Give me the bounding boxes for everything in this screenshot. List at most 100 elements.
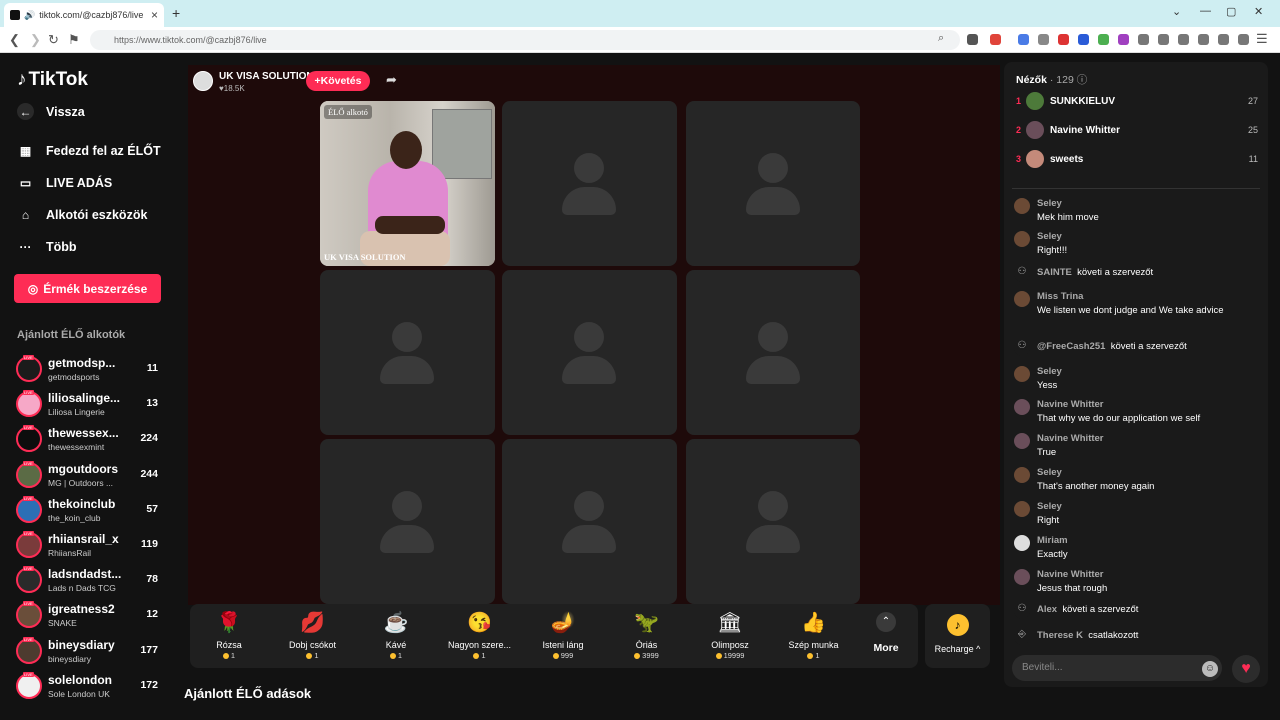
back-link[interactable]: ← Vissza xyxy=(17,103,85,120)
get-coins-button[interactable]: ◎ Érmék beszerzése xyxy=(14,274,161,303)
nav-explore-live[interactable]: ▦ Fedezd fel az ÉLŐT xyxy=(17,142,161,159)
vpn-extension-icon[interactable] xyxy=(1078,34,1089,45)
chat-username[interactable]: Alex xyxy=(1037,604,1057,615)
like-heart-button[interactable]: ♥ xyxy=(1232,655,1260,683)
host-name[interactable]: UK VISA SOLUTION xyxy=(219,71,314,82)
chat-avatar[interactable] xyxy=(1014,291,1030,307)
chat-input[interactable]: Beviteli... xyxy=(1012,655,1222,681)
empty-guest-slot[interactable] xyxy=(502,270,677,435)
empty-guest-slot[interactable] xyxy=(320,270,495,435)
gift-item[interactable]: 👍 Szép munka 1 xyxy=(774,610,854,660)
empty-guest-slot[interactable] xyxy=(502,439,677,604)
host-avatar[interactable] xyxy=(193,71,213,91)
translate-icon[interactable] xyxy=(1018,34,1029,45)
chat-avatar[interactable] xyxy=(1014,433,1030,449)
emoji-icon[interactable]: ☺ xyxy=(1202,661,1218,677)
chat-avatar[interactable] xyxy=(1014,231,1030,247)
new-tab-icon[interactable]: + xyxy=(172,5,180,21)
wallet-icon[interactable] xyxy=(1198,34,1209,45)
bookmark-icon[interactable]: ⚑ xyxy=(68,32,80,48)
recharge-button[interactable]: ♪ Recharge ^ xyxy=(925,604,990,668)
nav-go-live[interactable]: ▭ LIVE ADÁS xyxy=(17,174,112,191)
recommended-creator[interactable]: LIVE thewessex... thewessexmint 224 xyxy=(16,424,176,456)
recommended-creator[interactable]: LIVE ladsndadst... Lads n Dads TCG 78 xyxy=(16,565,176,597)
close-window-icon[interactable]: ✕ xyxy=(1254,5,1263,18)
empty-guest-slot[interactable] xyxy=(686,270,860,435)
maximize-icon[interactable]: ▢ xyxy=(1226,5,1236,18)
brave-rewards-icon[interactable] xyxy=(990,34,1001,45)
top-viewer[interactable]: 2 Navine Whitter 25 xyxy=(1016,121,1260,141)
gift-item[interactable]: 😘 Nagyon szere... 1 xyxy=(440,610,520,660)
more-gifts-button[interactable]: ⌃ More xyxy=(868,612,904,654)
top-viewer[interactable]: 3 sweets 11 xyxy=(1016,150,1260,170)
chat-username[interactable]: Miss Trina xyxy=(1037,291,1083,302)
playlist-icon[interactable] xyxy=(1158,34,1169,45)
chat-username[interactable]: SAINTE xyxy=(1037,267,1072,278)
top-viewer[interactable]: 1 SUNKKIELUV 27 xyxy=(1016,92,1260,112)
nav-more[interactable]: ··· Több xyxy=(17,238,77,255)
extension-icon[interactable] xyxy=(1038,34,1049,45)
tiktok-logo[interactable]: ♪ TikTok xyxy=(17,69,88,91)
share-icon[interactable]: ➦ xyxy=(386,72,397,88)
chat-username[interactable]: Navine Whitter xyxy=(1037,433,1104,444)
menu-icon[interactable]: ☰ xyxy=(1256,31,1268,47)
gift-item[interactable]: 🪔 Isteni láng 999 xyxy=(523,610,603,660)
empty-guest-slot[interactable] xyxy=(320,439,495,604)
forward-icon[interactable]: ❯ xyxy=(30,32,41,48)
gift-item[interactable]: 🌹 Rózsa 1 xyxy=(189,610,269,660)
puzzle-icon[interactable] xyxy=(1138,34,1149,45)
back-icon[interactable]: ❮ xyxy=(9,32,20,48)
hls-extension-icon[interactable] xyxy=(1058,34,1069,45)
chat-username[interactable]: Navine Whitter xyxy=(1037,399,1104,410)
leo-ai-icon[interactable] xyxy=(1218,34,1229,45)
empty-guest-slot[interactable] xyxy=(502,101,677,266)
recommended-creator[interactable]: LIVE liliosalinge... Liliosa Lingerie 13 xyxy=(16,389,176,421)
url-field[interactable]: https://www.tiktok.com/@cazbj876/live xyxy=(90,30,960,50)
empty-guest-slot[interactable] xyxy=(686,101,860,266)
recommended-creator[interactable]: LIVE bineysdiary bineysdiary 177 xyxy=(16,636,176,668)
recommended-creator[interactable]: LIVE getmodsp... getmodsports 11 xyxy=(16,354,176,386)
chat-avatar[interactable] xyxy=(1014,535,1030,551)
tab-close-icon[interactable]: × xyxy=(151,8,158,22)
brave-shield-icon[interactable] xyxy=(967,34,978,45)
empty-guest-slot[interactable] xyxy=(686,439,860,604)
reload-icon[interactable]: ↻ xyxy=(48,32,59,48)
chat-avatar[interactable] xyxy=(1014,569,1030,585)
recommended-creator[interactable]: LIVE mgoutdoors MG | Outdoors ... 244 xyxy=(16,460,176,492)
zoom-icon[interactable]: ⌕ xyxy=(938,32,944,45)
viewers-header[interactable]: Nézők · 129 ⓘ xyxy=(1016,72,1087,87)
ublock-icon[interactable] xyxy=(1118,34,1129,45)
recommended-creator[interactable]: LIVE igreatness2 SNAKE 12 xyxy=(16,600,176,632)
chat-username[interactable]: Seley xyxy=(1037,231,1062,242)
chat-username[interactable]: Therese K xyxy=(1037,630,1083,641)
tab-search-icon[interactable]: ⌄ xyxy=(1172,5,1181,18)
recommended-creator[interactable]: LIVE thekoinclub the_koin_club 57 xyxy=(16,495,176,527)
gift-item[interactable]: ☕ Kávé 1 xyxy=(356,610,436,660)
chat-username[interactable]: Navine Whitter xyxy=(1037,569,1104,580)
guest-slot-host[interactable]: ÉLŐ alkotó UK VISA SOLUTION xyxy=(320,101,495,266)
chat-avatar[interactable] xyxy=(1014,198,1030,214)
chat-username[interactable]: @FreeCash251 xyxy=(1037,341,1105,352)
color-extension-icon[interactable] xyxy=(1098,34,1109,45)
chat-avatar[interactable] xyxy=(1014,501,1030,517)
nav-creator-tools[interactable]: ⌂ Alkotói eszközök xyxy=(17,206,148,223)
follow-button[interactable]: +Követés xyxy=(306,71,370,91)
gift-item[interactable]: 🏛 Olimposz 19999 xyxy=(690,610,770,660)
chat-avatar[interactable] xyxy=(1014,399,1030,415)
sidebar-toggle-icon[interactable] xyxy=(1178,34,1189,45)
chat-username[interactable]: Seley xyxy=(1037,467,1062,478)
chat-avatar[interactable] xyxy=(1014,366,1030,382)
help-icon[interactable]: ⓘ xyxy=(1077,74,1088,86)
gift-item[interactable]: 🦖 Óriás 3999 xyxy=(607,610,687,660)
recommended-creator[interactable]: LIVE rhiiansrail_x RhiiansRail 119 xyxy=(16,530,176,562)
chat-username[interactable]: Miriam xyxy=(1037,535,1068,546)
minimize-icon[interactable]: — xyxy=(1200,5,1211,17)
vpn-shield-icon[interactable] xyxy=(1238,34,1249,45)
gift-item[interactable]: 💋 Dobj csókot 1 xyxy=(273,610,353,660)
chat-username[interactable]: Seley xyxy=(1037,366,1062,377)
browser-tab[interactable]: 🔊 tiktok.com/@cazbj876/live × xyxy=(4,3,164,27)
recommended-creator[interactable]: LIVE solelondon Sole London UK 172 xyxy=(16,671,176,703)
chat-username[interactable]: Seley xyxy=(1037,198,1062,209)
chat-username[interactable]: Seley xyxy=(1037,501,1062,512)
chat-avatar[interactable] xyxy=(1014,467,1030,483)
